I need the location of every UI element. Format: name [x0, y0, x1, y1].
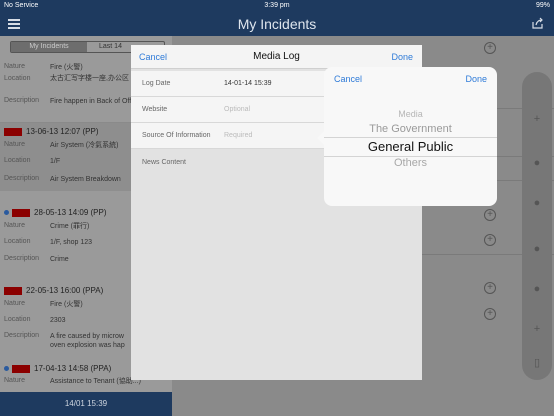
nature-label: Nature — [4, 377, 26, 384]
priority-flag-icon — [12, 364, 30, 373]
description-label: Description — [4, 97, 40, 104]
location-label: Location — [4, 157, 31, 164]
status-dot-icon — [4, 366, 9, 372]
description-label: Description — [4, 175, 40, 182]
add-icon[interactable]: + — [484, 42, 496, 54]
nature-label: Nature — [4, 300, 26, 307]
description-label: Description — [4, 332, 40, 339]
description-value: A fire caused by microw oven explosion w… — [50, 333, 125, 349]
status-dot-icon — [4, 210, 9, 216]
news-content-label: News Content — [142, 159, 186, 166]
incident-header: 17-04-13 14:58 (PPA) — [34, 364, 112, 373]
person-icon[interactable]: ● — [530, 196, 544, 210]
segment-my-incidents[interactable]: My Incidents — [11, 42, 87, 52]
picker-option-selected[interactable]: General Public — [324, 139, 497, 154]
source-picker-popover: Cancel Done Media The Government General… — [317, 67, 497, 206]
source-input[interactable]: Required — [224, 132, 252, 139]
add-icon[interactable]: + — [484, 282, 496, 294]
add-icon[interactable]: + — [484, 234, 496, 246]
battery-text: 99% — [535, 2, 550, 9]
nav-bar: My Incidents — [0, 12, 554, 36]
share-icon[interactable] — [531, 17, 544, 30]
nature-label: Nature — [4, 222, 26, 229]
add-icon[interactable]: + — [530, 112, 544, 126]
done-button[interactable]: Done — [391, 52, 413, 62]
nature-label: Nature — [4, 63, 26, 70]
page-title: My Incidents — [237, 16, 317, 32]
source-label: Source Of Information — [142, 132, 211, 139]
priority-flag-icon — [12, 208, 30, 217]
person-icon[interactable]: ● — [530, 242, 544, 256]
add-icon[interactable]: + — [484, 308, 496, 320]
status-time: 3:39 pm — [264, 2, 290, 9]
add-icon[interactable]: + — [484, 209, 496, 221]
person-icon[interactable]: ● — [530, 156, 544, 170]
picker-option[interactable]: Media — [324, 109, 497, 119]
modal-toolbar: Cancel Media Log Done — [131, 45, 422, 69]
document-icon[interactable]: ▯ — [530, 356, 544, 370]
log-date-value: 14-01-14 15:39 — [224, 80, 272, 87]
incident-header: 13-06-13 12:07 (PP) — [26, 127, 99, 136]
website-label: Website — [142, 106, 168, 113]
location-label: Location — [4, 75, 31, 82]
log-date-label: Log Date — [142, 80, 171, 87]
incident-header: 22-05-13 16:00 (PPA) — [26, 286, 104, 295]
location-label: Location — [4, 316, 31, 323]
person-icon[interactable]: ● — [530, 282, 544, 296]
incident-header: 28-05-13 14:09 (PP) — [34, 208, 107, 217]
description-label: Description — [4, 255, 40, 262]
picker-cancel-button[interactable]: Cancel — [334, 74, 362, 84]
priority-flag-icon — [4, 127, 22, 136]
location-label: Location — [4, 238, 31, 245]
picker-done-button[interactable]: Done — [465, 74, 487, 84]
picker-selection-line — [324, 137, 497, 138]
website-input[interactable]: Optional — [224, 106, 250, 113]
picker-option[interactable]: The Government — [324, 123, 497, 135]
status-bar: No Service 3:39 pm 99% — [0, 0, 554, 12]
nature-label: Nature — [4, 141, 26, 148]
add-icon[interactable]: + — [530, 322, 544, 336]
priority-flag-icon — [4, 286, 22, 295]
tool-sidebar: + ● ● ● ● + ▯ — [522, 72, 552, 380]
popover-arrow — [317, 131, 324, 145]
modal-title: Media Log — [253, 51, 300, 62]
picker-option[interactable]: Others — [324, 157, 497, 169]
sync-footer: 14/01 15:39 — [0, 392, 172, 416]
